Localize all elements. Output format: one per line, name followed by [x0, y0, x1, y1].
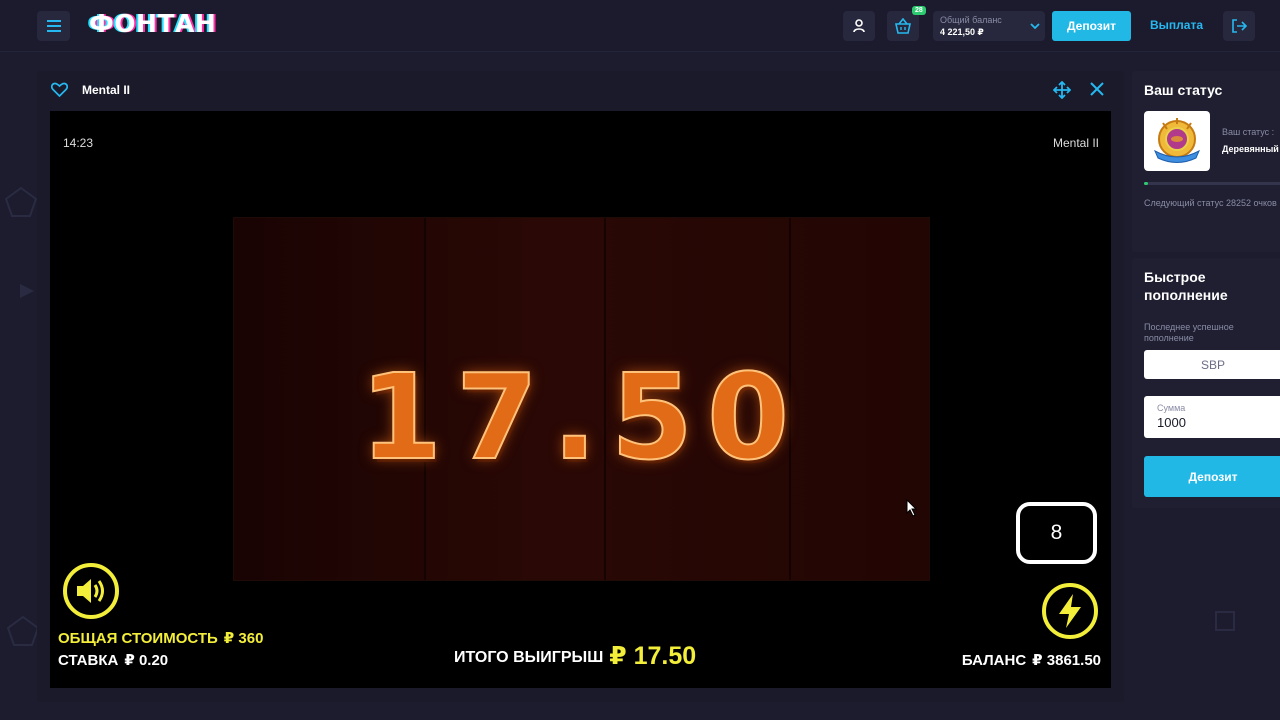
total-win-label: ИТОГО ВЫИГРЫШ	[454, 649, 604, 666]
topup-title: Быстрое пополнение	[1144, 269, 1228, 303]
amount-label: Сумма	[1157, 403, 1186, 413]
chevron-down-icon	[1030, 23, 1040, 30]
pentagon-decor-icon	[4, 186, 38, 217]
menu-button[interactable]	[37, 11, 70, 41]
logout-button[interactable]	[1223, 11, 1255, 41]
total-cost-label: ОБЩАЯ СТОИМОСТЬ	[58, 630, 218, 647]
topup-deposit-button[interactable]: Депозит	[1144, 456, 1280, 497]
speaker-icon[interactable]	[62, 562, 120, 620]
spin-counter: 8	[1016, 502, 1097, 564]
amount-field[interactable]: Сумма	[1144, 396, 1280, 438]
quick-topup-card: Быстрое пополнение Последнее успешное по…	[1132, 258, 1280, 508]
game-balance: БАЛАНС ₽ 3861.50	[962, 651, 1101, 669]
withdraw-link[interactable]: Выплата	[1150, 18, 1203, 32]
lightning-icon[interactable]	[1041, 582, 1099, 640]
status-label: Ваш статус :	[1222, 127, 1275, 137]
logout-icon	[1232, 19, 1247, 33]
status-progress-bar	[1144, 182, 1280, 185]
balance-dropdown[interactable]: Общий баланс 4 221,50 ₽	[933, 11, 1045, 41]
hamburger-icon	[46, 20, 61, 32]
amount-input[interactable]	[1157, 415, 1277, 430]
status-title: Ваш статус	[1144, 82, 1223, 98]
last-topup-label: Последнее успешное пополнение	[1144, 322, 1234, 343]
status-value: Деревянный	[1222, 144, 1279, 154]
game-screen[interactable]: 14:23 Mental II 17.50 8 ОБЩАЯ СТОИМОСТЬ ₽…	[50, 111, 1111, 688]
stake-label: СТАВКА	[58, 652, 119, 669]
mouse-cursor-icon	[906, 499, 918, 517]
game-stage: 17.50	[233, 217, 930, 581]
game-title-bar: Mental II	[37, 71, 1124, 109]
fullscreen-move-icon[interactable]	[1053, 81, 1071, 99]
square-decor-icon	[1215, 611, 1235, 631]
total-win-value: ₽ 17.50	[609, 642, 697, 670]
game-clock: 14:23	[63, 136, 94, 150]
deposit-button[interactable]: Депозит	[1052, 11, 1131, 41]
game-balance-label: БАЛАНС	[961, 652, 1027, 669]
pentagon-decor-icon	[6, 615, 40, 646]
status-badge	[1144, 111, 1210, 171]
next-status-text: Следующий статус 28252 очков	[1144, 198, 1277, 208]
stake: СТАВКА ₽ 0.20	[58, 651, 168, 669]
game-balance-value: ₽ 3861.50	[1032, 652, 1101, 669]
basket-count-badge: 28	[912, 6, 926, 15]
total-win: ИТОГО ВЫИГРЫШ ₽ 17.50	[454, 639, 697, 670]
game-title: Mental II	[82, 83, 131, 97]
stake-value: ₽ 0.20	[124, 652, 169, 669]
balance-label: Общий баланс	[940, 15, 1002, 25]
game-name-label: Mental II	[1052, 136, 1099, 150]
win-amount-display: 17.50	[359, 348, 804, 486]
triangle-decor-icon	[20, 284, 34, 298]
top-header: ФОНТАН 28 Общий баланс 4 221,50 ₽ Депози…	[0, 0, 1280, 52]
basket-button[interactable]	[887, 11, 919, 41]
payment-method-select[interactable]: SBP	[1144, 350, 1280, 379]
user-icon	[853, 19, 865, 33]
wooden-rank-icon	[1153, 118, 1201, 163]
total-cost: ОБЩАЯ СТОИМОСТЬ ₽ 360	[58, 629, 263, 647]
close-icon[interactable]	[1089, 81, 1105, 97]
heart-icon[interactable]	[51, 82, 68, 97]
basket-icon	[895, 18, 911, 34]
profile-button[interactable]	[843, 11, 875, 41]
site-logo[interactable]: ФОНТАН	[89, 9, 216, 38]
status-progress-fill	[1144, 182, 1149, 185]
balance-value: 4 221,50 ₽	[940, 27, 984, 37]
status-card: Ваш статус Ваш статус : Деревянный Следу…	[1132, 71, 1280, 252]
total-cost-value: ₽ 360	[223, 630, 264, 647]
